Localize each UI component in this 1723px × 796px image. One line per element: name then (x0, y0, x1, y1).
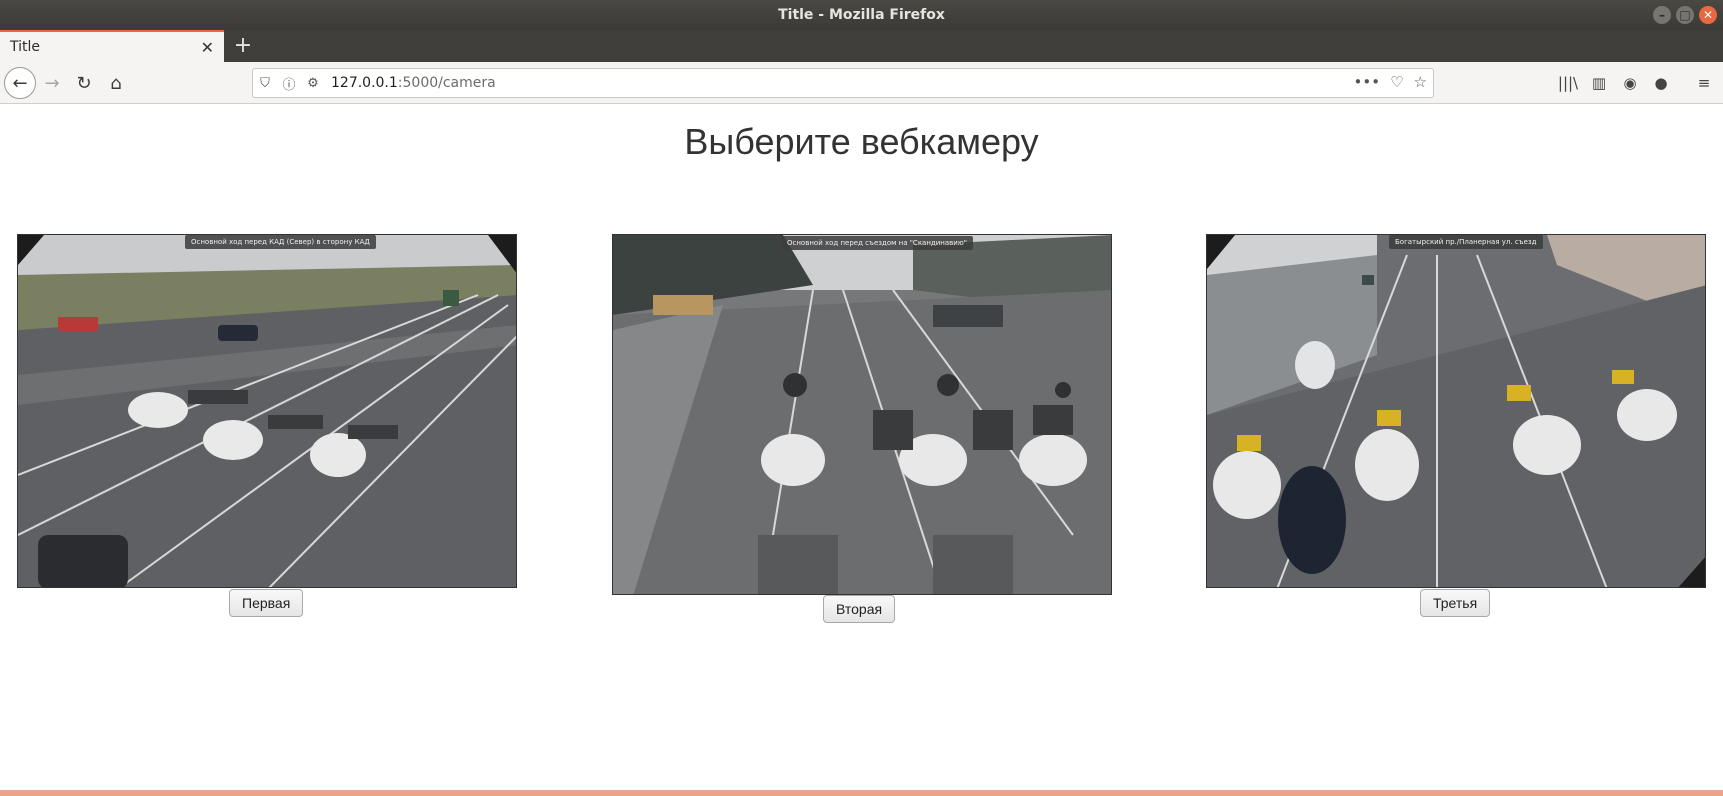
menu-icon[interactable]: ≡ (1692, 72, 1716, 94)
maximize-button[interactable]: □ (1676, 6, 1694, 24)
forward-button[interactable]: → (38, 69, 66, 97)
url-path: :5000/camera (397, 75, 496, 91)
site-info-icon[interactable]: ⓘ (277, 74, 301, 93)
url-bar[interactable]: ⛉ ⓘ ⚙ 127.0.0.1:5000/camera ••• ♡ ☆ (252, 68, 1434, 98)
window-title: Title - Mozilla Firefox (778, 7, 945, 23)
library-icon[interactable]: |||\ (1556, 72, 1580, 94)
reload-button[interactable]: ↻ (70, 69, 98, 97)
camera-3-caption: Богатырский пр./Планерная ул. съезд (1389, 235, 1543, 249)
sidebar-icon[interactable]: ▥ (1587, 72, 1611, 94)
permissions-icon[interactable]: ⚙ (301, 76, 325, 91)
camera-3-frame (1207, 235, 1705, 587)
camera-3-image[interactable] (1206, 234, 1706, 588)
back-button[interactable]: ← (4, 67, 36, 99)
pocket-icon[interactable]: ♡ (1390, 73, 1403, 91)
extension-icon[interactable]: ● (1649, 72, 1673, 94)
tracking-shield-icon[interactable]: ⛉ (253, 76, 277, 91)
tab-strip: Title ✕ + (0, 30, 1723, 62)
window-controls: – □ ✕ (1653, 6, 1717, 24)
camera-2-frame (613, 235, 1111, 594)
camera-1-caption: Основной ход перед КАД (Север) в сторону… (185, 235, 376, 249)
camera-2-button[interactable]: Вторая (823, 595, 896, 623)
minimize-button[interactable]: – (1653, 6, 1671, 24)
new-tab-button[interactable]: + (230, 33, 256, 59)
nav-toolbar: ← → ↻ ⌂ ⛉ ⓘ ⚙ 127.0.0.1:5000/camera ••• … (0, 62, 1723, 104)
camera-3-button[interactable]: Третья (1420, 589, 1491, 617)
tab-label: Title (10, 39, 41, 55)
home-button[interactable]: ⌂ (102, 69, 130, 97)
camera-1-frame (18, 235, 516, 587)
window-titlebar: Title - Mozilla Firefox – □ ✕ (0, 0, 1723, 30)
close-window-button[interactable]: ✕ (1699, 6, 1717, 24)
tab-close-icon[interactable]: ✕ (201, 38, 214, 57)
tab-title[interactable]: Title ✕ (0, 30, 224, 62)
account-icon[interactable]: ◉ (1618, 72, 1642, 94)
camera-2-caption: Основной ход перед съездом на "Скандинав… (781, 236, 973, 250)
url-host: 127.0.0.1 (331, 75, 398, 91)
bookmark-star-icon[interactable]: ☆ (1414, 73, 1427, 91)
page-title: Выберите вебкамеру (684, 121, 1039, 162)
camera-1-button[interactable]: Первая (229, 589, 304, 617)
page-content: Выберите вебкамеру Основной ход перед КА… (0, 105, 1723, 785)
bottom-accent-bar (0, 790, 1723, 796)
camera-2-image[interactable] (612, 234, 1112, 595)
camera-1-image[interactable] (17, 234, 517, 588)
page-actions-icon[interactable]: ••• (1354, 73, 1381, 91)
url-actions: ••• ♡ ☆ (1354, 73, 1427, 91)
